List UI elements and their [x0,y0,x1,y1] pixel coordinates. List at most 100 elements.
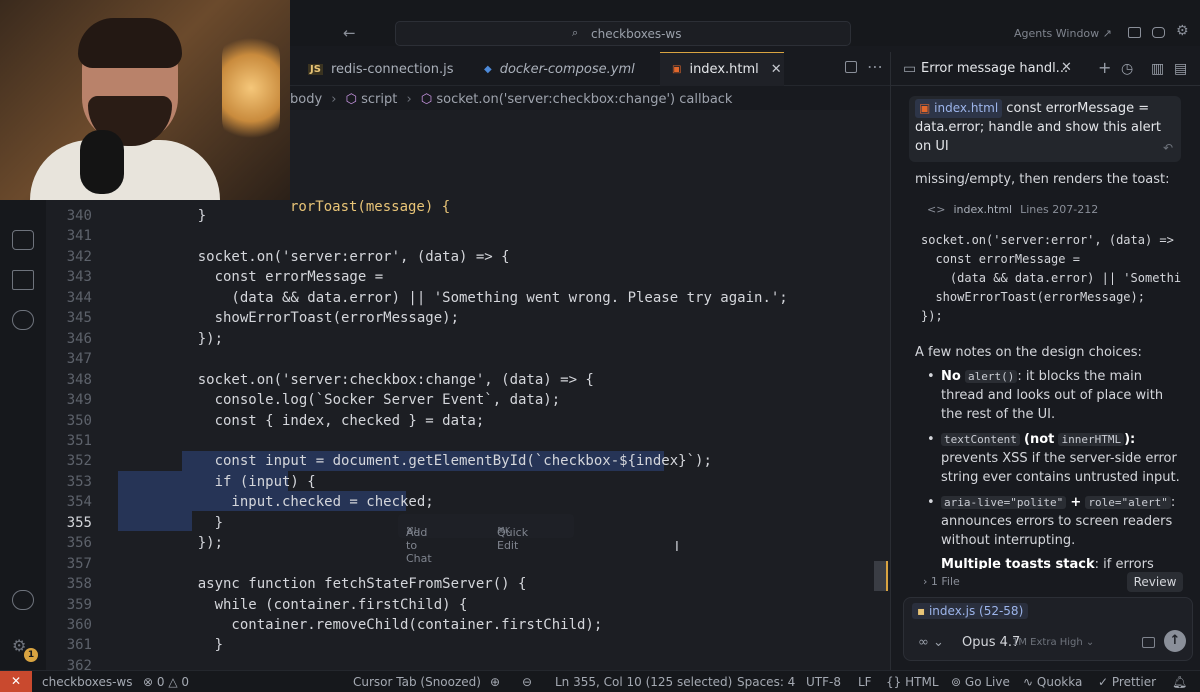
note-bold: No [941,369,961,384]
quokka-status[interactable]: ∿ Quokka [1023,675,1082,689]
infinity-icon[interactable]: ∞ ⌄ [918,635,944,650]
braces-icon: {} [886,675,902,689]
note-item: Multiple toasts stack: if errors come in [941,555,1181,569]
lamp-glow [222,28,280,148]
send-button[interactable]: ↑ [1164,630,1186,652]
cursor-position[interactable]: Ln 355, Col 10 (125 selected) [555,675,732,689]
breadcrumb-item-script[interactable]: script [361,92,397,107]
extensions-icon[interactable] [12,270,34,290]
code-reference-lines: Lines 207-212 [1020,203,1099,216]
zoom-out-icon[interactable]: ⊖ [522,675,532,689]
line-code: }); [164,535,224,552]
line-number: 347 [66,351,92,368]
code-line: 354 input.checked = checked; [46,492,890,512]
agents-window-button[interactable]: Agents Window ↗ [1014,27,1112,40]
code-line: 360 container.removeChild(container.firs… [46,615,890,635]
changed-files-summary[interactable]: › 1 File [923,575,960,588]
toggle-sidebar-icon[interactable]: ▥ [1151,61,1164,77]
remote-explorer-icon[interactable] [12,230,34,250]
chat-input[interactable]: ▪ index.js (52-58) ∞ ⌄ Opus 4.7 1M Extra… [903,597,1193,661]
line-code: } [164,208,207,224]
code-line: 349 console.log(`Socker Server Event`, d… [46,390,890,410]
indentation[interactable]: Spaces: 4 [737,675,795,689]
code-reference[interactable]: <> index.html Lines 207-212 [927,203,1098,216]
code-line: 348 socket.on('server:checkbox:change', … [46,370,890,390]
inline-code: aria-live="polite" [941,496,1067,509]
testing-icon[interactable] [12,310,34,330]
go-live-button[interactable]: ⊚ Go Live [951,675,1010,689]
code-line: 352 const input = document.getElementByI… [46,451,890,471]
bell-icon[interactable]: 🔔︎ [1172,675,1187,689]
javascript-file-icon: ▪ [917,604,926,618]
cube-icon: ⬡ [420,92,433,107]
settings-icon[interactable]: ⚙ [1176,23,1189,39]
close-icon[interactable]: ✕ [771,62,782,77]
manage-badge: 1 [24,648,38,662]
line-number: 346 [66,330,92,347]
remote-indicator[interactable]: ✕ [0,671,32,692]
prettier-status[interactable]: ✓ Prettier [1098,675,1156,689]
breadcrumb-item-body[interactable]: body [290,92,322,107]
selection-actions: Add to Chat ⌘L Quick Edit ⌘K [398,514,574,565]
review-button[interactable]: Review [1127,572,1183,592]
history-icon[interactable]: ◷ [1121,61,1133,77]
image-icon[interactable] [1142,637,1155,648]
line-number: 360 [66,617,92,633]
account-icon[interactable] [12,590,34,610]
chat-bubble-icon: ▭ [903,61,917,77]
cursor-tab-status[interactable]: Cursor Tab (Snoozed) [353,675,481,689]
undo-icon[interactable]: ↶ [1163,139,1173,158]
error-icon: ⊗ [143,675,154,689]
language-mode[interactable]: {} HTML [886,675,939,689]
line-ending[interactable]: LF [858,675,872,689]
more-actions-icon[interactable]: ⋯ [867,57,883,76]
breadcrumb-item-callback[interactable]: socket.on('server:checkbox:change') call… [436,92,732,107]
line-code: socket.on('server:error', (data) => { [164,248,510,265]
line-code: container.removeChild(container.firstChi… [164,617,603,633]
split-editor-icon[interactable] [845,61,857,73]
encoding[interactable]: UTF-8 [806,675,841,689]
note-item: textContent (not innerHTML): prevents XS… [927,430,1181,487]
warning-count: 0 [181,675,190,689]
toggle-panel-icon[interactable] [1128,27,1141,38]
line-code: socket.on('server:checkbox:change', (dat… [164,371,594,388]
note-text: prevents XSS if the server-side error st… [941,451,1180,485]
back-arrow-icon[interactable]: ← [343,24,356,42]
context-chip[interactable]: ▪ index.js (52-58) [912,603,1029,619]
code-line: 345 showErrorToast(errorMessage); [46,308,890,328]
line-number: 349 [66,392,92,409]
check-icon: ✓ [1098,675,1109,689]
line-number: 351 [66,432,92,449]
pulse-icon: ∿ [1023,675,1034,689]
agents-window-label: Agents Window [1014,27,1100,40]
code-line: 358 async function fetchStateFromServer(… [46,574,890,594]
mouse-cursor-icon: I [675,540,679,555]
code-line: 351 [46,431,890,451]
zoom-in-icon[interactable]: ⊕ [490,675,500,689]
line-code: } [164,514,224,531]
line-number: 344 [66,289,92,306]
chat-title[interactable]: Error message handl... [921,61,1068,76]
command-search-input[interactable]: ⌕ checkboxes-ws [395,21,851,46]
chat-icon[interactable] [1152,27,1165,38]
code-line: 343 const errorMessage = [46,267,890,287]
scrollbar-thumb[interactable] [874,561,888,591]
problems-indicator[interactable]: ⊗ 0 △ 0 [143,675,189,689]
breadcrumb: body › ⬡ script › ⬡ socket.on('server:ch… [290,92,732,107]
file-mention[interactable]: ▣ index.html [915,99,1003,118]
note-item: aria-live="polite" + role="alert": annou… [927,493,1181,550]
tab-redis-connection[interactable]: JS redis-connection.js [306,52,482,86]
tab-docker-compose[interactable]: ◆ docker-compose.yml [482,52,658,86]
close-icon[interactable]: ✕ [1061,60,1072,75]
cube-icon: ⬡ [345,92,357,107]
model-variant[interactable]: 1M Extra High ⌄ [1012,637,1094,648]
model-variant-label: 1M Extra High [1012,637,1083,648]
panel-layout-icon[interactable]: ▤ [1174,61,1187,77]
search-label: checkboxes-ws [591,27,682,41]
line-code: const errorMessage = [164,269,384,286]
tab-index-html[interactable]: ▣ index.html ✕ [660,52,784,86]
user-message[interactable]: ▣ index.html const errorMessage = data.e… [909,96,1181,162]
chevron-right-icon: › [331,92,337,107]
workspace-name[interactable]: checkboxes-ws [42,675,133,689]
new-chat-icon[interactable]: + [1098,58,1111,77]
